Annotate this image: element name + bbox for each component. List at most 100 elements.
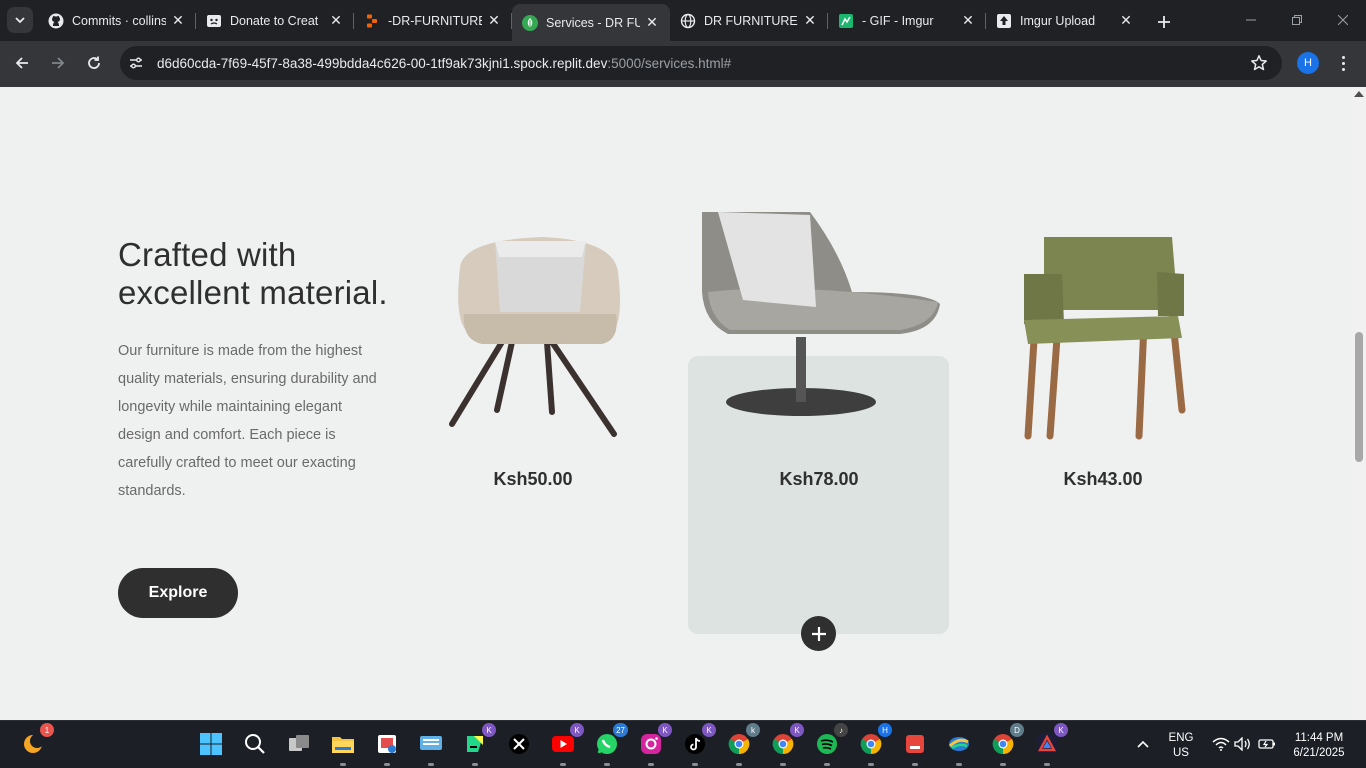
chrome-app[interactable]: K: [768, 723, 804, 766]
close-icon[interactable]: ✕: [486, 12, 502, 29]
back-button[interactable]: [8, 49, 36, 77]
tab-dr-furniture[interactable]: DR FURNITURE ✕: [670, 4, 828, 37]
bookmark-star-icon[interactable]: [1250, 54, 1268, 72]
windows-start-icon: [200, 733, 222, 755]
snipping-tool-app[interactable]: [372, 729, 402, 766]
browser-toolbar: d6d60cda-7f69-45f7-8a38-499bdda4c626-00-…: [0, 41, 1366, 87]
running-indicator: [384, 763, 390, 766]
x-logo-icon: [509, 734, 529, 754]
region-code: US: [1173, 747, 1189, 759]
triangle-logo-icon: [1037, 734, 1057, 754]
running-indicator: [428, 763, 434, 766]
upload-icon: [996, 13, 1012, 29]
tiktok-app[interactable]: K: [680, 723, 716, 766]
page-scrollbar[interactable]: [1351, 87, 1366, 720]
close-icon[interactable]: ✕: [960, 12, 976, 29]
new-tab-button[interactable]: [1150, 8, 1178, 36]
forward-button[interactable]: [44, 49, 72, 77]
running-indicator: [956, 763, 962, 766]
close-icon[interactable]: ✕: [802, 12, 818, 29]
profile-badge: D: [1010, 723, 1024, 737]
tab-dr-furniture-replit[interactable]: -DR-FURNITURE ✕: [354, 4, 512, 37]
show-hidden-icons-button[interactable]: [1128, 729, 1158, 759]
intro-section: Crafted with excellent material. Our fur…: [118, 236, 388, 505]
pycharm-app[interactable]: K: [460, 723, 496, 766]
close-icon[interactable]: ✕: [1118, 12, 1134, 29]
profile-avatar[interactable]: H: [1297, 52, 1319, 74]
file-explorer-app[interactable]: [328, 729, 358, 766]
product-card[interactable]: Ksh78.00: [688, 212, 950, 651]
x-app[interactable]: [504, 729, 534, 759]
product-price: Ksh43.00: [1063, 469, 1143, 489]
running-indicator: [604, 763, 610, 766]
spotify-app[interactable]: ♪: [812, 723, 848, 766]
scrollbar-thumb[interactable]: [1355, 332, 1363, 462]
chrome-app[interactable]: H: [856, 723, 892, 766]
running-indicator: [780, 763, 786, 766]
close-icon[interactable]: ✕: [170, 12, 186, 29]
product-card[interactable]: Ksh50.00: [402, 212, 664, 632]
add-to-cart-button[interactable]: [801, 616, 836, 651]
profile-badge: k: [746, 723, 760, 737]
chrome-icon: [992, 734, 1014, 755]
task-view-button[interactable]: [284, 729, 314, 759]
url-text[interactable]: d6d60cda-7f69-45f7-8a38-499bdda4c626-00-…: [157, 56, 731, 71]
product-price: Ksh78.00: [779, 469, 859, 489]
profile-badge: K: [658, 723, 672, 737]
running-indicator: [692, 763, 698, 766]
reload-icon: [88, 56, 100, 69]
globe-icon: [680, 13, 696, 29]
close-icon[interactable]: ✕: [328, 12, 344, 29]
whatsapp-app[interactable]: 27: [592, 723, 628, 766]
chrome-icon: [860, 734, 882, 755]
start-button[interactable]: [196, 729, 226, 759]
imgur-gif-icon: [838, 13, 854, 29]
youtube-app[interactable]: K: [548, 723, 584, 766]
tab-gif-imgur[interactable]: - GIF - Imgur ✕: [828, 4, 986, 37]
leaf-icon: [522, 14, 538, 31]
taskbar-search[interactable]: [240, 729, 270, 759]
minimize-button[interactable]: [1228, 0, 1274, 40]
notification-badge: 1: [40, 723, 54, 737]
site-settings-icon[interactable]: [128, 55, 144, 71]
profile-badge: K: [790, 723, 804, 737]
instagram-app[interactable]: K: [636, 723, 672, 766]
product-price: Ksh50.00: [493, 469, 573, 489]
running-indicator: [868, 763, 874, 766]
restore-button[interactable]: [1274, 0, 1320, 40]
folder-icon: [332, 737, 354, 753]
battery-status[interactable]: [1252, 729, 1282, 759]
tab-imgur-upload[interactable]: Imgur Upload ✕: [986, 4, 1144, 37]
running-indicator: [472, 763, 478, 766]
plus-icon: [811, 626, 826, 641]
section-description: Our furniture is made from the highest q…: [118, 343, 377, 499]
running-indicator: [912, 763, 918, 766]
notes-app[interactable]: [900, 729, 930, 766]
notes-icon: [906, 735, 924, 753]
tab-search-button[interactable]: [7, 7, 33, 33]
globe-app[interactable]: [944, 729, 974, 766]
close-icon: [1338, 15, 1348, 25]
close-icon[interactable]: ✕: [644, 14, 660, 31]
scroll-up-arrow[interactable]: [1354, 91, 1364, 97]
input-language-indicator[interactable]: ENG US: [1167, 731, 1195, 761]
tab-commits[interactable]: Commits · collins ✕: [38, 4, 196, 37]
close-window-button[interactable]: [1320, 0, 1366, 40]
tab-services[interactable]: Services - DR FU ✕: [512, 4, 670, 41]
weather-widget[interactable]: 1: [18, 723, 54, 759]
reload-button[interactable]: [80, 49, 108, 77]
anydesk-app[interactable]: K: [1032, 723, 1068, 766]
system-clock[interactable]: 11:44 PM 6/21/2025: [1283, 731, 1355, 761]
explore-button[interactable]: Explore: [118, 568, 238, 618]
product-card[interactable]: Ksh43.00: [972, 212, 1234, 632]
windows-taskbar: 1 K K 27 K K k K ♪ H D K ENG US 11:44 PM…: [0, 720, 1366, 768]
browser-menu-icon[interactable]: [1335, 52, 1351, 74]
battery-charging-icon: [1258, 739, 1275, 749]
chrome-app[interactable]: D: [988, 723, 1024, 766]
keyboard-app[interactable]: [416, 729, 446, 766]
youtube-icon: [552, 736, 574, 752]
tab-title: Commits · collins: [72, 13, 166, 28]
tab-donate[interactable]: Donate to Creat ✕: [196, 4, 354, 37]
chrome-app[interactable]: k: [724, 723, 760, 766]
address-bar[interactable]: d6d60cda-7f69-45f7-8a38-499bdda4c626-00-…: [120, 46, 1282, 80]
